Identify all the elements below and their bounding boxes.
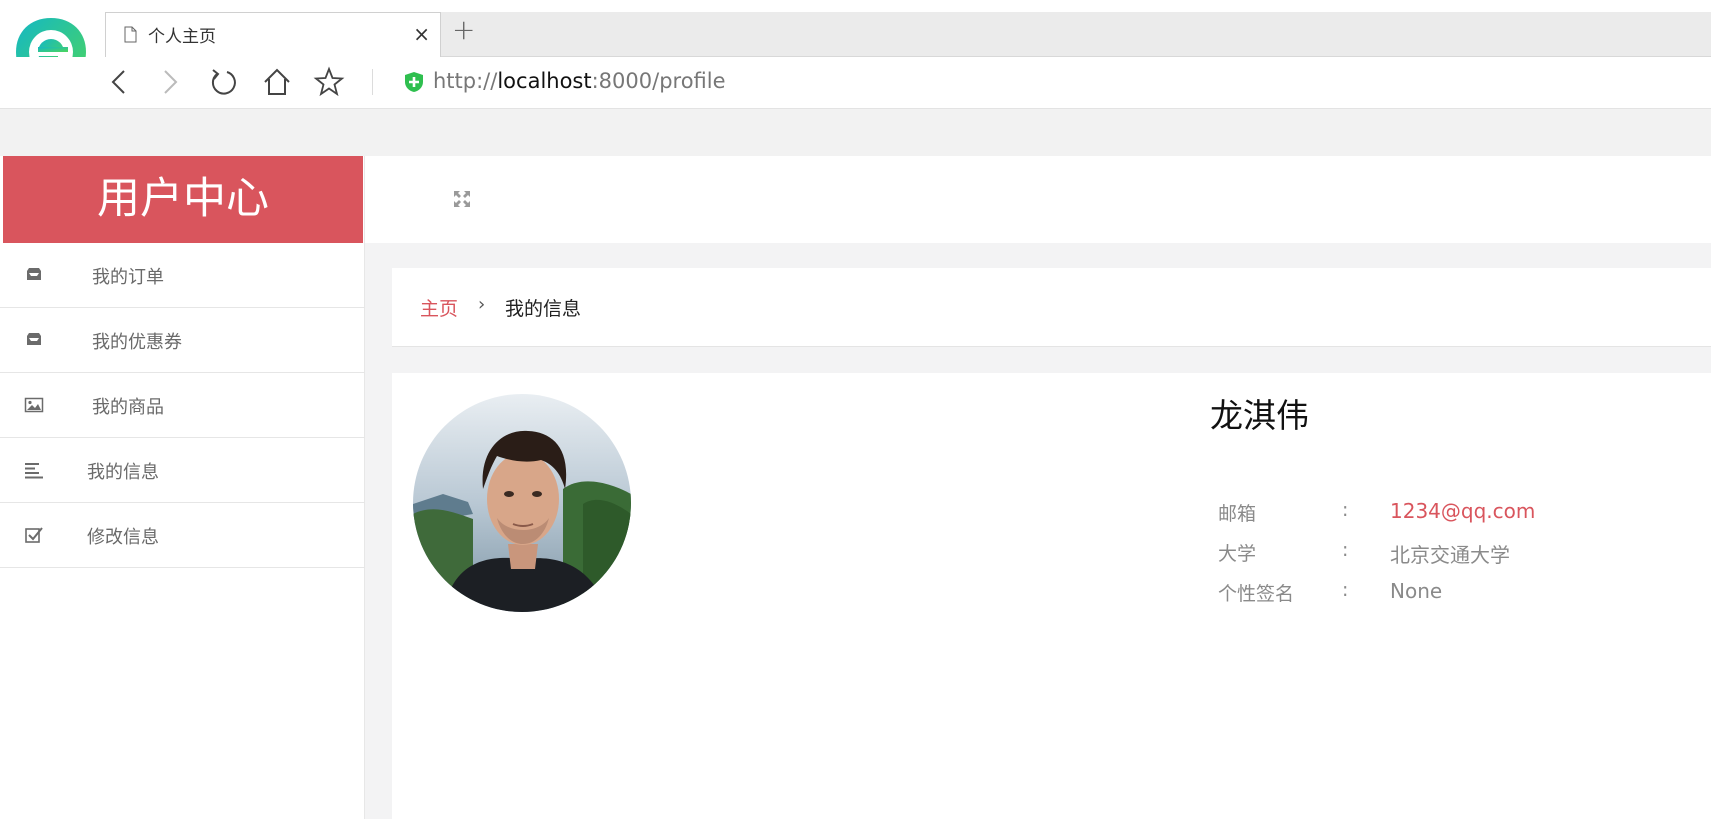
tab-title: 个人主页 bbox=[148, 27, 216, 47]
nav-separator bbox=[372, 69, 373, 95]
new-tab-icon[interactable]: + bbox=[452, 13, 475, 46]
signature-value: None bbox=[1390, 579, 1443, 603]
picture-icon bbox=[24, 397, 44, 413]
avatar bbox=[413, 394, 631, 612]
info-label: 邮箱 bbox=[1218, 503, 1257, 525]
sidebar-item-products[interactable]: 我的商品 bbox=[0, 373, 365, 438]
url-host: localhost bbox=[497, 69, 592, 93]
home-icon[interactable] bbox=[261, 66, 293, 98]
university-value: 北京交通大学 bbox=[1390, 543, 1510, 567]
sidebar-item-my-info[interactable]: 我的信息 bbox=[0, 438, 365, 503]
info-colon: : bbox=[1342, 539, 1349, 561]
sidebar-item-label: 我的商品 bbox=[92, 397, 164, 418]
browser-tabbar: 个人主页 × + bbox=[0, 0, 1711, 58]
info-label: 个性签名 bbox=[1218, 583, 1295, 605]
info-label: 大学 bbox=[1218, 543, 1257, 565]
inbox-icon bbox=[27, 333, 41, 345]
user-name: 龙淇伟 bbox=[1210, 396, 1309, 435]
info-colon: : bbox=[1342, 579, 1349, 601]
url-prefix: http:// bbox=[433, 69, 498, 93]
favorite-star-icon[interactable] bbox=[313, 66, 345, 98]
back-icon[interactable] bbox=[104, 66, 136, 98]
profile-card: 龙淇伟 邮箱 : 1234@qq.com 大学 : 北京交通大学 个性签名 : … bbox=[392, 373, 1711, 819]
breadcrumb: 主页 › 我的信息 bbox=[392, 268, 1711, 347]
brand-title: 用户中心 bbox=[3, 156, 363, 243]
avatar-photo bbox=[413, 394, 631, 612]
sidebar-menu: 我的订单 我的优惠券 我的商品 我的信息 修改信息 bbox=[0, 243, 365, 568]
check-square-icon bbox=[25, 527, 43, 543]
sidebar-item-coupons[interactable]: 我的优惠券 bbox=[0, 308, 365, 373]
sidebar-item-label: 修改信息 bbox=[87, 527, 159, 548]
address-bar[interactable]: http://localhost:8000/profile bbox=[433, 69, 726, 93]
url-path: :8000/profile bbox=[591, 69, 726, 93]
forward-icon[interactable] bbox=[153, 66, 185, 98]
secure-shield-icon bbox=[405, 72, 423, 92]
tab-close-icon[interactable]: × bbox=[413, 22, 430, 46]
sidebar: 用户中心 我的订单 我的优惠券 我的商品 我的信息 修改信息 bbox=[0, 156, 365, 819]
align-left-icon bbox=[25, 463, 43, 479]
browser-navbar: http://localhost:8000/profile bbox=[0, 57, 1711, 109]
expand-icon[interactable] bbox=[453, 190, 471, 208]
sidebar-item-label: 我的订单 bbox=[92, 267, 164, 288]
breadcrumb-home-link[interactable]: 主页 bbox=[420, 294, 458, 321]
breadcrumb-separator: › bbox=[478, 294, 486, 315]
sidebar-item-orders[interactable]: 我的订单 bbox=[0, 243, 365, 308]
sidebar-item-label: 我的优惠券 bbox=[92, 332, 182, 353]
refresh-icon[interactable] bbox=[207, 66, 239, 98]
sidebar-item-edit-info[interactable]: 修改信息 bbox=[0, 503, 365, 568]
inbox-icon bbox=[27, 268, 41, 280]
browser-tab[interactable]: 个人主页 × bbox=[105, 12, 441, 58]
topbar bbox=[365, 156, 1711, 243]
page-icon bbox=[124, 26, 137, 43]
info-colon: : bbox=[1342, 499, 1349, 521]
email-value[interactable]: 1234@qq.com bbox=[1390, 499, 1535, 523]
breadcrumb-current: 我的信息 bbox=[505, 298, 582, 320]
sidebar-item-label: 我的信息 bbox=[87, 462, 159, 483]
bookmark-bar bbox=[0, 109, 1711, 156]
page: 用户中心 我的订单 我的优惠券 我的商品 我的信息 修改信息 主页 › 我的信息… bbox=[0, 156, 1711, 819]
